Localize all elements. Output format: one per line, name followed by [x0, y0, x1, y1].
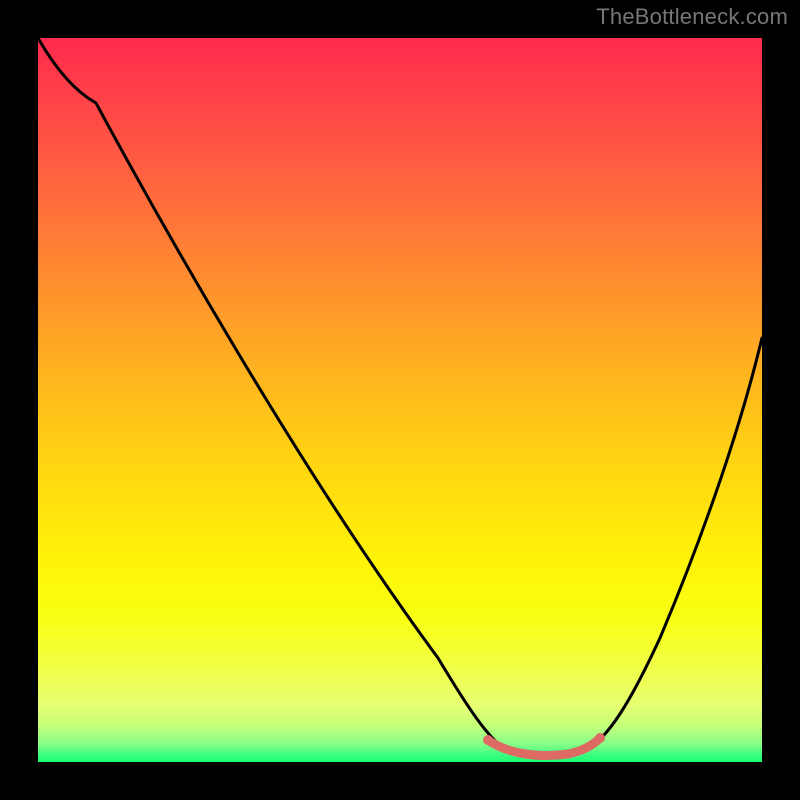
watermark-text: TheBottleneck.com	[596, 4, 788, 30]
highlight-end-left-icon	[483, 735, 493, 745]
optimal-range-highlight	[488, 738, 600, 755]
bottleneck-curve	[38, 38, 762, 756]
highlight-end-right-icon	[595, 733, 605, 743]
chart-frame: TheBottleneck.com	[0, 0, 800, 800]
curve-layer	[38, 38, 762, 762]
plot-area	[38, 38, 762, 762]
